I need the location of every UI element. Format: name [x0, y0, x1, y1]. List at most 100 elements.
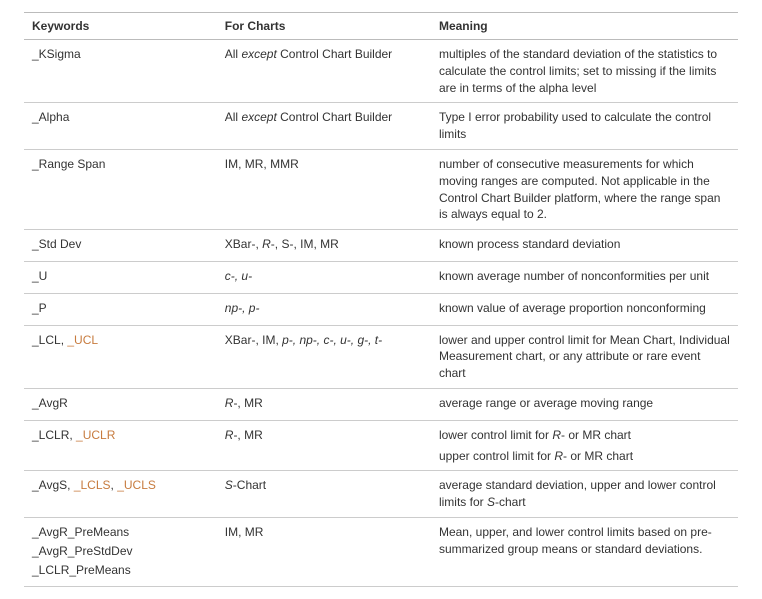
meaning-text: R — [552, 428, 561, 442]
meaning-cell: Type I error probability used to calcula… — [431, 103, 738, 150]
charts-text: -Chart — [233, 478, 266, 492]
charts-text: S — [225, 478, 233, 492]
charts-text: -, S-, IM, MR — [271, 237, 339, 251]
meaning-text: known average number of nonconformities … — [439, 268, 730, 285]
meaning-cell: known value of average proportion noncon… — [431, 293, 738, 325]
charts-cell: R-, MR — [217, 420, 431, 471]
charts-cell: S-Chart — [217, 471, 431, 518]
charts-text: XBar-, IM, — [225, 333, 282, 347]
keyword-text: _LCLR_PreMeans — [32, 563, 131, 577]
meaning-line: upper control limit for R- or MR chart — [439, 448, 730, 465]
table-row: _AvgR R-, MR average range or average movi… — [24, 388, 738, 420]
meaning-cell: known average number of nonconformities … — [431, 261, 738, 293]
keyword-text: _LCLR, — [32, 428, 76, 442]
charts-text: IM, MR — [225, 525, 264, 539]
keywords-cell: _LCL, _UCL — [24, 325, 217, 388]
keyword-text: _LCL, — [32, 333, 67, 347]
charts-cell: R-, MR — [217, 388, 431, 420]
keyword-line: _LCLR_PreMeans — [32, 562, 209, 579]
keyword-text: _AvgR_PreStdDev — [32, 544, 133, 558]
meaning-cell: lower and upper control limit for Mean C… — [431, 325, 738, 388]
keywords-cell: _AvgR — [24, 388, 217, 420]
meaning-cell: multiples of the standard deviation of t… — [431, 40, 738, 103]
keyword-line: _U — [32, 268, 209, 285]
meaning-text: multiples of the standard deviation of t… — [439, 46, 730, 96]
meaning-cell: known process standard deviation — [431, 230, 738, 262]
charts-cell: XBar-, IM, p-, np-, c-, u-, g-, t- — [217, 325, 431, 388]
keyword-line: _AvgS, _LCLS, _UCLS — [32, 477, 209, 494]
meaning-line: average standard deviation, upper and lo… — [439, 477, 730, 511]
charts-cell: np-, p- — [217, 293, 431, 325]
table-row: _AvgR_PreMeans _AvgR_PreStdDev _LCLR_PreMe… — [24, 517, 738, 586]
meaning-text: - or MR chart — [561, 428, 631, 442]
keyword-line: _LCLR, _UCLR — [32, 427, 209, 444]
keyword-text: _AvgR — [32, 396, 68, 410]
meaning-text: S — [487, 495, 495, 509]
meaning-cell: Mean, upper, and lower control limits ba… — [431, 517, 738, 586]
meaning-text: Type I error probability used to calcula… — [439, 109, 730, 143]
header-charts: For Charts — [217, 13, 431, 40]
charts-text: All — [225, 47, 242, 61]
charts-text: -, MR — [233, 428, 262, 442]
keyword-line: _AvgR — [32, 395, 209, 412]
keyword-text: _Std Dev — [32, 237, 81, 251]
keywords-cell: _AvgS, _LCLS, _UCLS — [24, 471, 217, 518]
keywords-cell: _Range Span — [24, 149, 217, 229]
keywords-cell: _Std Dev — [24, 230, 217, 262]
keyword-text: _Alpha — [32, 110, 69, 124]
table-row: _KSigma All except Control Chart Builder m… — [24, 40, 738, 103]
table-row: _Range Span IM, MR, MMR number of consecut… — [24, 149, 738, 229]
keyword-line: _Alpha — [32, 109, 209, 126]
meaning-text: average range or average moving range — [439, 395, 730, 412]
keyword-line: _Std Dev — [32, 236, 209, 253]
keyword-line: _P — [32, 300, 209, 317]
header-meaning: Meaning — [431, 13, 738, 40]
charts-text: IM, MR, MMR — [225, 157, 299, 171]
charts-text: Control Chart Builder — [277, 47, 392, 61]
keyword-text: _U — [32, 269, 47, 283]
charts-text: except — [241, 110, 276, 124]
charts-text: -, MR — [233, 396, 262, 410]
keywords-cell: _U — [24, 261, 217, 293]
meaning-cell: average standard deviation, upper and lo… — [431, 471, 738, 518]
keyword-link[interactable]: _LCLS — [74, 478, 111, 492]
keyword-line: _Range Span — [32, 156, 209, 173]
table-row: _LCL, _UCL XBar-, IM, p-, np-, c-, u-, g-… — [24, 325, 738, 388]
keywords-cell: _KSigma — [24, 40, 217, 103]
meaning-text: number of consecutive measurements for w… — [439, 156, 730, 223]
keyword-line: _LCL, _UCL — [32, 332, 209, 349]
charts-text: c-, u- — [225, 269, 252, 283]
table-row: _Std Dev XBar-, R-, S-, IM, MR known proce… — [24, 230, 738, 262]
charts-text: R — [262, 237, 271, 251]
header-keywords: Keywords — [24, 13, 217, 40]
meaning-text: Mean, upper, and lower control limits ba… — [439, 524, 730, 558]
charts-cell: XBar-, R-, S-, IM, MR — [217, 230, 431, 262]
keyword-text: _P — [32, 301, 47, 315]
meaning-text: average standard deviation, upper and lo… — [439, 478, 716, 509]
keyword-link[interactable]: _UCLS — [117, 478, 156, 492]
meaning-text: known value of average proportion noncon… — [439, 300, 730, 317]
table-row: _AvgS, _LCLS, _UCLSS-Chartaverage standa… — [24, 471, 738, 518]
keyword-link[interactable]: _UCL — [67, 333, 98, 347]
meaning-text: known process standard deviation — [439, 236, 730, 253]
charts-cell: c-, u- — [217, 261, 431, 293]
meaning-text: upper control limit for — [439, 449, 554, 463]
keywords-cell: _LCLR, _UCLR — [24, 420, 217, 471]
charts-cell: IM, MR — [217, 517, 431, 586]
keyword-text: _Range Span — [32, 157, 105, 171]
meaning-cell: lower control limit for R- or MR chartup… — [431, 420, 738, 471]
meaning-text: R — [554, 449, 563, 463]
charts-text: p-, np-, c-, u-, g-, t- — [282, 333, 382, 347]
charts-text: np-, p- — [225, 301, 260, 315]
charts-text: All — [225, 110, 242, 124]
table-row: _U c-, u-known average number of nonconfo… — [24, 261, 738, 293]
table-row: _AlphaAll except Control Chart BuilderTy… — [24, 103, 738, 150]
keyword-link[interactable]: _UCLR — [76, 428, 115, 442]
charts-text: except — [241, 47, 276, 61]
keyword-text: _AvgR_PreMeans — [32, 525, 129, 539]
charts-cell: All except Control Chart Builder — [217, 103, 431, 150]
charts-cell: IM, MR, MMR — [217, 149, 431, 229]
meaning-text: -chart — [495, 495, 526, 509]
keywords-cell: _AvgR_PreMeans _AvgR_PreStdDev _LCLR_PreMe… — [24, 517, 217, 586]
charts-text: Control Chart Builder — [277, 110, 392, 124]
